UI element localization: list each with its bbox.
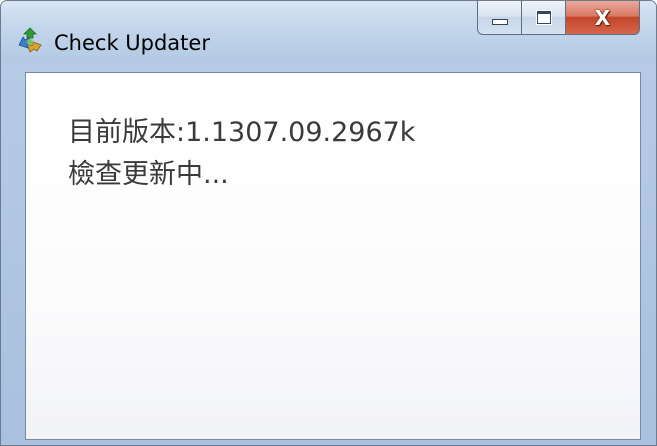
title-bar[interactable]: Check Updater X xyxy=(1,1,656,63)
update-status-text: 檢查更新中... xyxy=(68,159,229,190)
current-version-text: 目前版本:1.1307.09.2967k xyxy=(68,117,416,148)
caption-buttons: X xyxy=(477,1,640,35)
minimize-button[interactable] xyxy=(477,1,522,35)
window-title: Check Updater xyxy=(54,31,210,55)
recycle-arrows-icon xyxy=(18,27,42,53)
maximize-button[interactable] xyxy=(522,1,566,35)
maximize-icon xyxy=(536,11,551,24)
content-panel: 目前版本:1.1307.09.2967k 檢查更新中... xyxy=(25,72,641,440)
check-updater-window: Check Updater X 目前版本:1.1307.09.2967k 檢查更… xyxy=(0,0,657,446)
minimize-icon xyxy=(491,18,508,25)
close-button[interactable]: X xyxy=(566,1,640,35)
close-icon: X xyxy=(594,5,611,30)
